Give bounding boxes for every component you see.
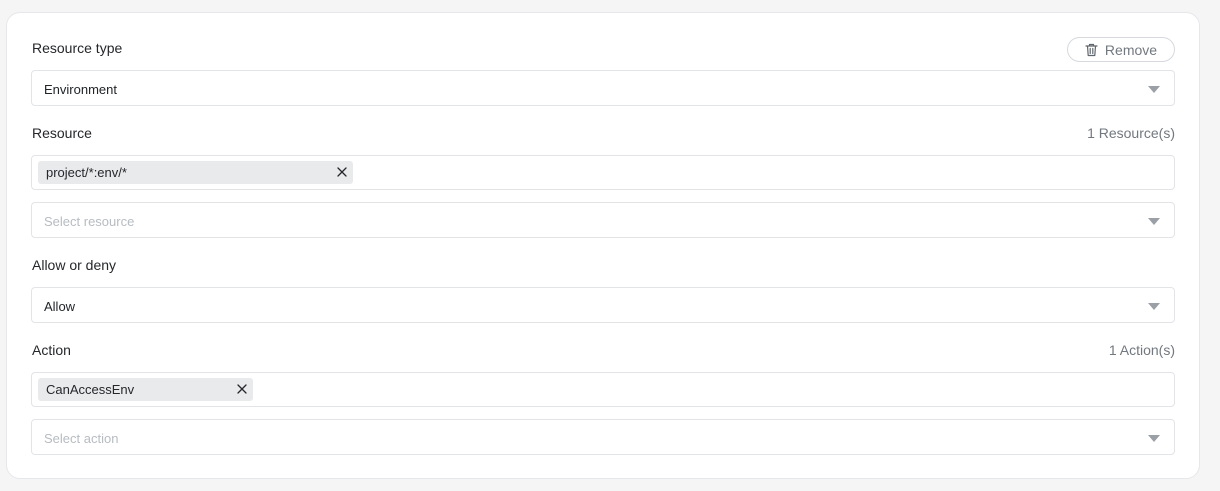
action-label: Action	[32, 342, 71, 358]
action-chip-list: CanAccessEnv	[31, 372, 1175, 407]
remove-button[interactable]: Remove	[1067, 37, 1175, 62]
caret-down-icon	[1148, 303, 1160, 310]
allow-or-deny-select[interactable]: Allow	[31, 287, 1175, 323]
resource-type-select[interactable]: Environment	[31, 70, 1175, 106]
resource-chip-label: project/*:env/*	[46, 165, 127, 180]
resource-label: Resource	[32, 125, 92, 141]
caret-down-icon	[1148, 86, 1160, 93]
allow-or-deny-value: Allow	[44, 299, 76, 314]
action-chip: CanAccessEnv	[38, 378, 253, 401]
resource-type-value: Environment	[44, 82, 117, 97]
close-icon[interactable]	[336, 164, 348, 180]
resource-chip: project/*:env/*	[38, 161, 353, 184]
resource-chip-list: project/*:env/*	[31, 155, 1175, 190]
allow-or-deny-label: Allow or deny	[32, 257, 117, 273]
caret-down-icon	[1148, 435, 1160, 442]
trash-icon	[1085, 43, 1098, 57]
action-select-placeholder: Select action	[44, 431, 119, 446]
resource-select-placeholder: Select resource	[44, 214, 135, 229]
action-count: 1 Action(s)	[1108, 342, 1175, 358]
remove-button-label: Remove	[1104, 41, 1158, 58]
caret-down-icon	[1148, 218, 1160, 225]
policy-statement-card: Resource type Remove Environment Resourc…	[6, 12, 1200, 479]
close-icon[interactable]	[236, 381, 248, 397]
resource-type-label: Resource type	[32, 40, 123, 56]
resource-count: 1 Resource(s)	[1087, 125, 1175, 141]
resource-select[interactable]: Select resource	[31, 202, 1175, 238]
action-select[interactable]: Select action	[31, 419, 1175, 455]
action-chip-label: CanAccessEnv	[46, 382, 135, 397]
